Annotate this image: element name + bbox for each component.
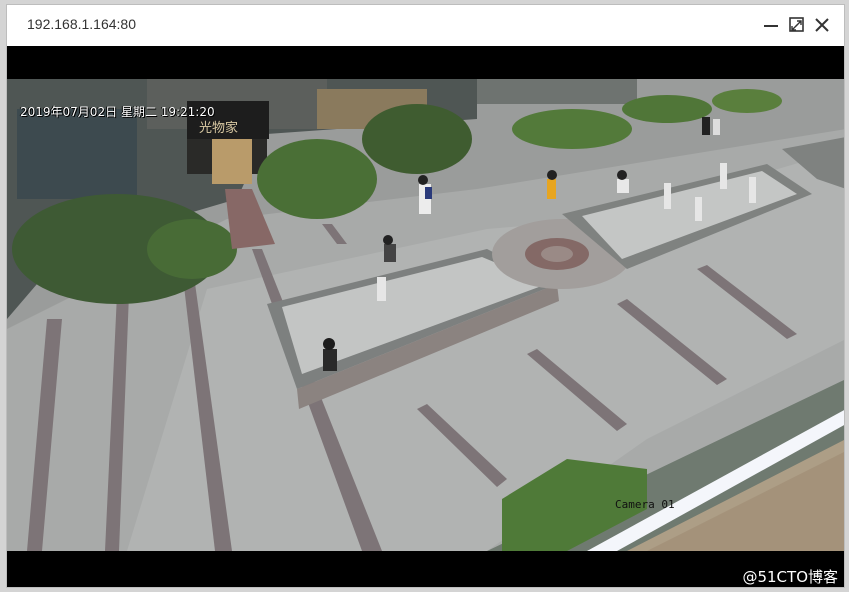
camera-video-feed[interactable]: 2019年07月02日 星期二 19:21:20 光物家 Camera 01: [7, 79, 844, 551]
timestamp-overlay: 2019年07月02日 星期二 19:21:20: [20, 105, 215, 119]
camera-label: Camera 01: [615, 498, 675, 511]
minimize-icon[interactable]: [761, 15, 781, 35]
bottom-bar: @51CTO博客: [7, 551, 844, 587]
close-icon[interactable]: [812, 15, 832, 35]
storefront-sign: 光物家: [199, 121, 239, 136]
title-bar: 192.168.1.164:80: [7, 5, 844, 46]
watermark: @51CTO博客: [742, 568, 838, 586]
window-title: 192.168.1.164:80: [27, 16, 136, 32]
plaza-scene: [7, 79, 844, 551]
viewer-window: 192.168.1.164:80 2019年07月02日 星期二 19:21:2…: [6, 4, 845, 588]
maximize-icon[interactable]: [787, 15, 807, 35]
pedestrian: [323, 338, 337, 371]
